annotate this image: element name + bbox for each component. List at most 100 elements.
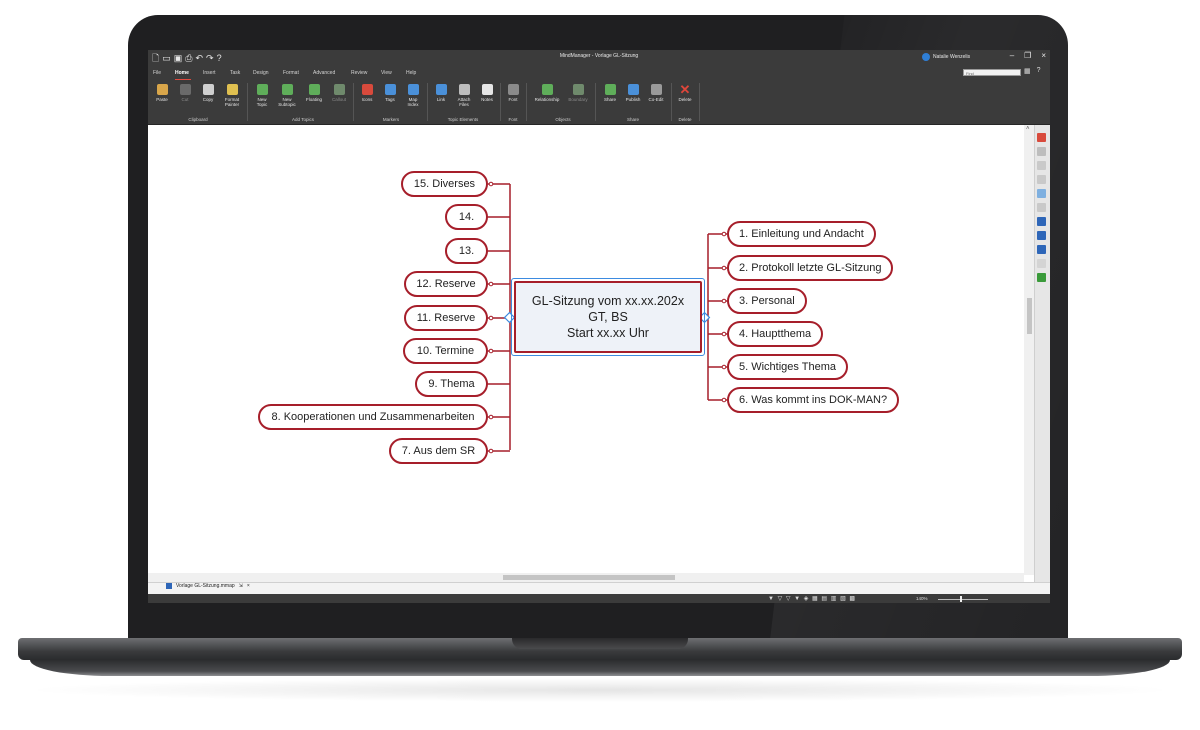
icons-label: Icons <box>361 97 373 102</box>
new-subtopic-button[interactable]: New Subtopic <box>274 84 300 107</box>
notes-label: Notes <box>481 97 493 102</box>
sharepoint-pane-icon[interactable] <box>1037 231 1046 240</box>
properties-pane-icon[interactable] <box>1037 203 1046 212</box>
relationship-button[interactable]: Relationship <box>533 84 561 102</box>
new-topic-button[interactable]: New Topic <box>249 84 275 107</box>
excel-pane-icon[interactable] <box>1037 273 1046 282</box>
topic-14[interactable]: 14. <box>445 204 488 230</box>
co-edit-label: Co-Edit <box>648 97 664 102</box>
topic-4[interactable]: 4. Hauptthema <box>727 321 824 347</box>
group-separator <box>699 83 700 121</box>
format-painter-button[interactable]: Format Painter <box>219 84 245 107</box>
topic-11[interactable]: 11. Reserve <box>404 305 488 331</box>
callout-icon <box>333 84 345 95</box>
tab-view[interactable]: View <box>381 70 392 76</box>
callout-button[interactable]: Callout <box>326 84 352 102</box>
user-name: Natalie Wenzelis <box>933 54 971 60</box>
group-share: Share <box>626 117 639 122</box>
paste-label: Paste <box>156 97 168 102</box>
close-tab-icon[interactable]: × <box>247 583 250 589</box>
format-pane-icon[interactable] <box>1037 147 1046 156</box>
help-icon[interactable]: ? <box>1037 67 1041 75</box>
tag-icon <box>384 84 396 95</box>
new-topic-label: New Topic <box>256 97 268 107</box>
title-bar: 🗋 ▭ ▣ ⎙ ↶ ↷ ? MindManager - Vorlage GL-S… <box>148 50 1050 66</box>
map-file-icon <box>166 583 172 589</box>
floating-button[interactable]: Floating <box>301 84 327 102</box>
close-icon[interactable]: × <box>1041 51 1046 60</box>
layout-icon[interactable]: ▦ <box>1024 67 1031 75</box>
avatar <box>922 53 930 61</box>
delete-button[interactable]: ✕ Delete <box>672 82 698 102</box>
link-label: Link <box>436 97 446 102</box>
icons-pane-icon[interactable] <box>1037 133 1046 142</box>
scroll-up-icon[interactable]: ˄ <box>1026 126 1030 132</box>
status-filter-icons[interactable]: ▼ ▽ ▽ ▼ ◈ ▦ ▤ ▥ ▧ ▩ <box>768 595 856 602</box>
copy-label: Copy <box>202 97 214 102</box>
topic-3[interactable]: 3. Personal <box>727 288 807 314</box>
notes-button[interactable]: Notes <box>474 84 500 102</box>
tab-insert[interactable]: Insert <box>203 70 216 76</box>
vertical-scrollbar[interactable] <box>1024 125 1034 575</box>
word-pane-icon[interactable] <box>1037 245 1046 254</box>
delete-x-icon: ✕ <box>679 82 691 97</box>
topic-15[interactable]: 15. Diverses <box>401 171 488 197</box>
tab-advanced[interactable]: Advanced <box>313 70 335 76</box>
paperclip-icon <box>458 84 470 95</box>
topic-5[interactable]: 5. Wichtiges Thema <box>727 354 849 380</box>
co-edit-button[interactable]: Co-Edit <box>643 84 669 102</box>
copy-button[interactable]: Copy <box>195 84 221 102</box>
tab-home[interactable]: Home <box>175 70 189 76</box>
library-pane-icon[interactable] <box>1037 161 1046 170</box>
central-topic[interactable]: GL-Sitzung vom xx.xx.202x GT, BS Start x… <box>514 281 702 353</box>
tab-format[interactable]: Format <box>283 70 299 76</box>
map-index-button[interactable]: Map Index <box>400 84 426 107</box>
font-button[interactable]: Font <box>500 84 526 102</box>
history-pane-icon[interactable] <box>1037 259 1046 268</box>
tags-label: Tags <box>385 97 395 102</box>
minimize-icon[interactable]: – <box>1010 51 1014 60</box>
new-subtopic-icon <box>281 84 293 95</box>
topic-6[interactable]: 6. Was kommt ins DOK-MAN? <box>727 387 900 413</box>
tab-file[interactable]: File <box>153 70 161 76</box>
relationship-label: Relationship <box>534 97 560 102</box>
restore-icon[interactable]: ❐ <box>1024 51 1031 60</box>
topic-8[interactable]: 8. Kooperationen und Zusammenarbeiten <box>258 404 488 430</box>
share-label: Share <box>603 97 616 102</box>
copy-icon <box>202 84 214 95</box>
topic-9[interactable]: 9. Thema <box>415 371 488 397</box>
group-markers: Markers <box>382 117 400 122</box>
vertical-scroll-thumb[interactable] <box>1027 298 1032 334</box>
pin-icon[interactable]: ⇲ <box>239 583 243 589</box>
ribbon-options: ▦ ? <box>1024 67 1041 75</box>
boundary-button[interactable]: Boundary <box>564 84 592 102</box>
tab-task[interactable]: Task <box>230 70 240 76</box>
document-tab-label: Vorlage GL-Sitzung.mmap <box>176 583 235 589</box>
user-account[interactable]: Natalie Wenzelis <box>922 53 970 61</box>
zoom-slider-handle[interactable] <box>960 596 962 602</box>
find-input[interactable]: Find <box>963 69 1021 76</box>
document-tab[interactable]: Vorlage GL-Sitzung.mmap ⇲ × <box>166 583 250 589</box>
tab-help[interactable]: Help <box>406 70 416 76</box>
tab-design[interactable]: Design <box>253 70 269 76</box>
topic-7[interactable]: 7. Aus dem SR <box>389 438 488 464</box>
marker-icons-icon <box>361 84 373 95</box>
topic-1[interactable]: 1. Einleitung und Andacht <box>727 221 876 247</box>
paste-icon <box>156 84 168 95</box>
tab-review[interactable]: Review <box>351 70 367 76</box>
new-topic-icon <box>256 84 268 95</box>
zoom-slider[interactable] <box>938 599 988 600</box>
group-clipboard: Clipboard <box>188 117 208 122</box>
horizontal-scroll-thumb[interactable] <box>503 575 675 580</box>
topic-2[interactable]: 2. Protokoll letzte GL-Sitzung <box>727 255 894 281</box>
topic-12[interactable]: 12. Reserve <box>404 271 488 297</box>
topic-10[interactable]: 10. Termine <box>403 338 488 364</box>
map-parts-icon[interactable] <box>1037 189 1046 198</box>
boundary-icon <box>572 84 584 95</box>
group-delete: Delete <box>678 117 692 122</box>
cut-label: Cut <box>181 97 189 102</box>
link-icon <box>435 84 447 95</box>
outlook-pane-icon[interactable] <box>1037 217 1046 226</box>
topic-13[interactable]: 13. <box>445 238 488 264</box>
search-pane-icon[interactable] <box>1037 175 1046 184</box>
